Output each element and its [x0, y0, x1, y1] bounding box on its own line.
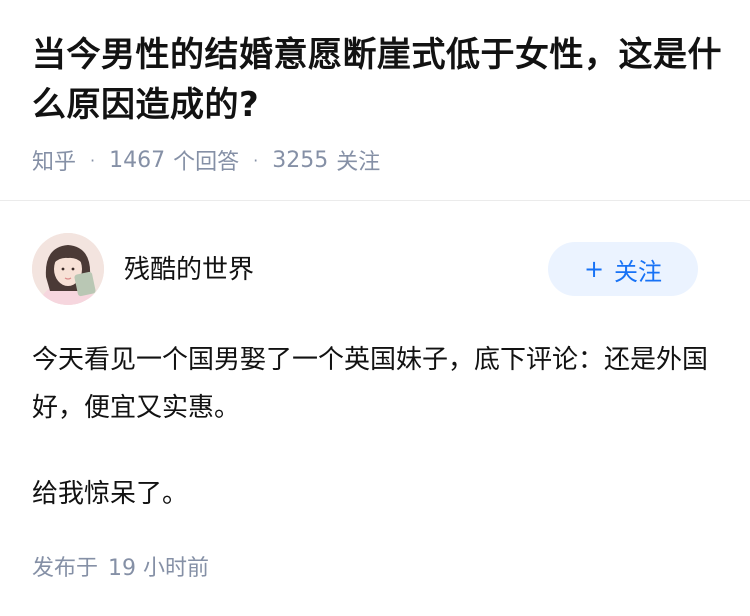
author-name[interactable]: 残酷的世界 [124, 249, 254, 286]
separator-dot: · [90, 150, 96, 170]
follow-button[interactable]: + 关注 [548, 242, 698, 296]
separator-dot: · [253, 150, 259, 170]
author-row: 残酷的世界 + 关注 [32, 233, 718, 307]
answers-count: 1467 [109, 147, 166, 173]
question-meta: 知乎 · 1467 个回答 · 3255 关注 [32, 144, 380, 176]
plus-icon: + [583, 255, 605, 283]
followers-label: 关注 [336, 150, 381, 175]
answer-paragraph: 给我惊呆了。 [32, 479, 189, 509]
source-label[interactable]: 知乎 [32, 144, 76, 176]
answer-paragraph: 今天看见一个国男娶了一个英国妹子，底下评论：还是外国好，便宜又实惠。 [32, 345, 709, 423]
avatar-image [32, 233, 104, 305]
answer-content[interactable]: 今天看见一个国男娶了一个英国妹子，底下评论：还是外国好，便宜又实惠。 给我惊呆了… [32, 336, 722, 518]
answers-label: 个回答 [173, 150, 240, 175]
published-label: 发布于 [32, 556, 99, 581]
question-title[interactable]: 当今男性的结婚意愿断崖式低于女性，这是什么原因造成的? [32, 30, 722, 130]
follow-label: 关注 [614, 257, 663, 286]
publish-time: 发布于 19 小时前 [32, 550, 209, 582]
avatar[interactable] [32, 233, 104, 305]
followers-count: 3255 [272, 147, 329, 173]
published-value: 19 小时前 [108, 556, 210, 581]
divider [0, 200, 750, 201]
